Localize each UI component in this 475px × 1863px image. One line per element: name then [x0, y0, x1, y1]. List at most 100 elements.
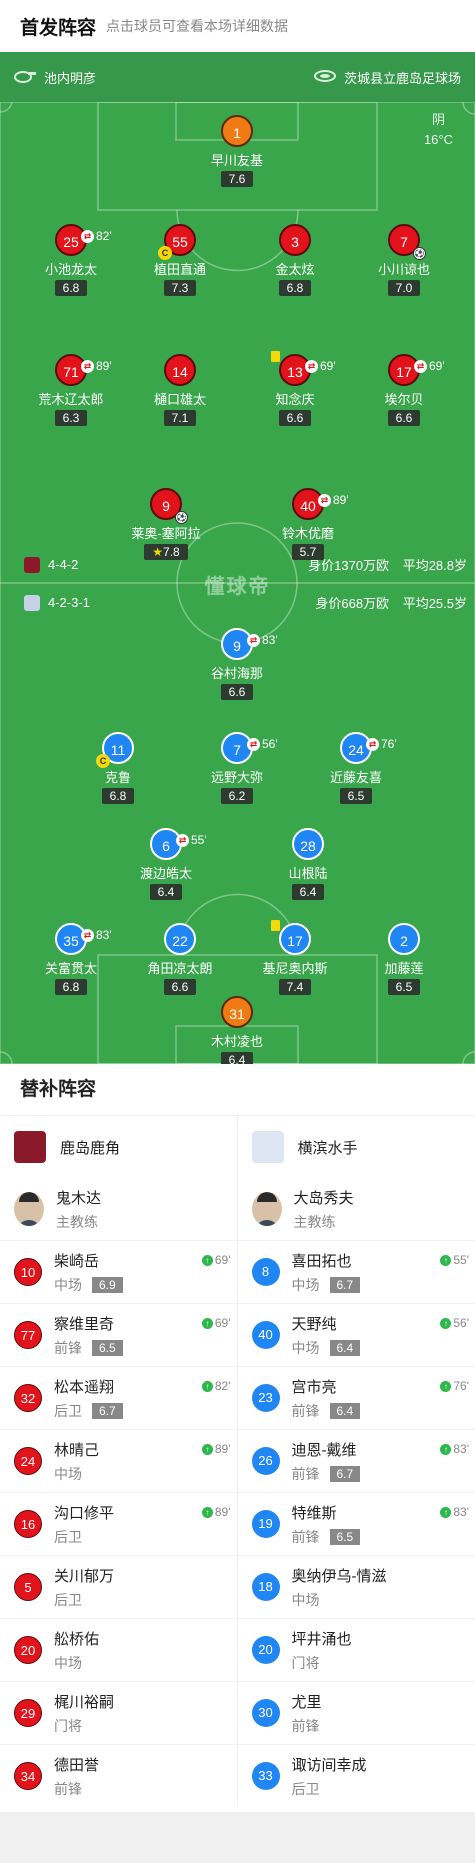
sub-player-position-line: 后卫: [54, 1527, 114, 1547]
sub-player-row[interactable]: 10 柴崎岳 中场 6.9 ↑ 69': [0, 1240, 237, 1303]
player-name: 早川友基: [210, 153, 263, 168]
sub-player-row[interactable]: 18 奥纳伊乌-情滋 中场: [237, 1555, 475, 1618]
yellow-card-icon: [271, 920, 280, 931]
sub-player-row[interactable]: 30 尤里 前锋: [237, 1681, 475, 1744]
jersey-number: 9 ⚽: [150, 488, 188, 524]
jersey-number-text: 7: [233, 742, 241, 758]
player-card[interactable]: 13 ⇄ 69' 知念庆 6.6: [235, 351, 355, 427]
jersey-number: 33: [251, 1762, 280, 1790]
sub-player-row[interactable]: 29 梶川裕嗣 门将: [0, 1681, 237, 1744]
sub-on-tag: ↑ 56': [440, 1316, 469, 1330]
player-name: 植田直通: [153, 262, 206, 277]
sub-player-name: 迪恩-戴维: [291, 1441, 357, 1459]
player-card[interactable]: 31 木村凌也 6.4: [177, 996, 297, 1064]
sub-player-row[interactable]: 20 坪井涌也 门将: [237, 1618, 475, 1681]
sub-player-position-line: 后卫: [54, 1590, 114, 1610]
player-card[interactable]: 55 C 植田直通 7.3: [120, 224, 240, 297]
sub-player-row[interactable]: 32 松本遥翔 后卫 6.7 ↑ 82': [0, 1366, 237, 1429]
sub-off-minute: 83': [96, 928, 112, 942]
whistle-icon: [14, 69, 36, 86]
player-card[interactable]: 7 ⚽ 小川谅也 7.0: [344, 224, 464, 297]
player-card[interactable]: 9 ⇄ 83' 谷村海那 6.6: [177, 628, 297, 701]
player-rating-value: 6.4: [157, 885, 175, 899]
home-team-row[interactable]: 鹿岛鹿角: [0, 1116, 237, 1178]
sub-player-row[interactable]: 26 迪恩-戴维 前锋 6.7 ↑ 83': [237, 1429, 475, 1492]
away-team-row[interactable]: 横滨水手: [238, 1116, 475, 1178]
player-rating: ★7.8: [144, 544, 188, 560]
sub-player-row[interactable]: 23 宫市亮 前锋 6.4 ↑ 76': [237, 1366, 475, 1429]
sub-player-row[interactable]: 5 关川郁万 后卫: [0, 1555, 237, 1618]
jersey-number-text: 55: [172, 234, 188, 250]
jersey-number: 35 ⇄ 83': [55, 923, 112, 955]
sub-player-row[interactable]: 40 天野纯 中场 6.4 ↑ 56': [237, 1303, 475, 1366]
sub-player-name: 柴崎岳: [54, 1252, 100, 1270]
coach-name: 鬼木达: [56, 1189, 102, 1207]
player-card[interactable]: 2 加藤莲 6.5: [344, 923, 464, 996]
player-card[interactable]: 24 ⇄ 76' 近藤友喜 6.5: [296, 732, 416, 805]
player-card[interactable]: 35 ⇄ 83' 关富贯太 6.8: [11, 923, 131, 996]
player-card[interactable]: 6 ⇄ 55' 渡边皓太 6.4: [106, 828, 226, 901]
sub-player-row[interactable]: 77 察维里奇 前锋 6.5 ↑ 69': [0, 1303, 237, 1366]
sub-player-name: 特维斯: [291, 1504, 337, 1522]
player-rating-value: 6.8: [109, 789, 127, 803]
player-card[interactable]: 28 山根陆 6.4: [248, 828, 368, 901]
player-card[interactable]: 17 基尼奥内斯 7.4: [235, 920, 355, 996]
sub-player-row[interactable]: 33 诹访间幸成 后卫: [237, 1744, 475, 1807]
player-name: 山根陆: [288, 866, 328, 881]
away-subs-list: 8 喜田拓也 中场 6.7 ↑ 55' 40 天野纯 中场 6.4 ↑ 56' 23 宫市亮 前锋 6.4 ↑ 7…: [237, 1240, 475, 1807]
jersey-number: 77: [14, 1321, 42, 1349]
player-rating: 7.4: [278, 979, 312, 995]
player-card[interactable]: 1 早川友基 7.6: [177, 115, 297, 188]
away-value: 身价668万欧: [315, 596, 390, 611]
sub-off-tag: ⇄ 55': [176, 824, 207, 856]
sub-off-minute: 56': [262, 737, 278, 751]
player-card[interactable]: 40 ⇄ 89' 铃木优磨 5.7: [248, 488, 368, 561]
sub-player-row[interactable]: 8 喜田拓也 中场 6.7 ↑ 55': [237, 1240, 475, 1303]
player-card[interactable]: 22 角田凉太朗 6.6: [120, 923, 240, 996]
player-card[interactable]: 11 C 克鲁 6.8: [58, 732, 178, 805]
player-card[interactable]: 17 ⇄ 69' 埃尔贝 6.6: [344, 354, 464, 427]
sub-player-name: 德田誉: [54, 1756, 100, 1774]
sub-player-position-line: 中场: [54, 1653, 99, 1673]
player-rating: 7.3: [163, 280, 197, 296]
jersey-number: 23: [251, 1384, 280, 1412]
coach-avatar: [14, 1192, 44, 1226]
sub-player-info: 德田誉 前锋: [54, 1754, 99, 1799]
home-coach-row[interactable]: 鬼木达 主教练: [0, 1178, 237, 1240]
coach-name: 大岛秀夫: [293, 1189, 354, 1207]
player-rating-value: 7.1: [171, 411, 189, 425]
player-rating-value: 6.5: [347, 789, 365, 803]
jersey-number: 30: [251, 1699, 280, 1727]
player-card[interactable]: 14 樋口雄太 7.1: [120, 354, 240, 427]
sub-player-name: 尤里: [291, 1693, 322, 1711]
sub-player-position-line: 门将: [54, 1716, 114, 1736]
jersey-number-text: 24: [348, 742, 364, 758]
player-name: 近藤友喜: [329, 770, 382, 785]
sub-off-tag: ⇄ 69': [414, 350, 445, 382]
sub-player-row[interactable]: 16 沟口修平 后卫 ↑ 89': [0, 1492, 237, 1555]
player-card[interactable]: 71 ⇄ 89' 荒木辽太郎 6.3: [11, 354, 131, 427]
player-rating-value: 6.6: [286, 411, 304, 425]
player-rating-value: 6.2: [228, 789, 246, 803]
player-card[interactable]: 3 金太炫 6.8: [235, 224, 355, 297]
sub-player-row[interactable]: 19 特维斯 前锋 6.5 ↑ 83': [237, 1492, 475, 1555]
sub-player-row[interactable]: 34 德田誉 前锋: [0, 1744, 237, 1807]
player-card[interactable]: 9 ⚽ 莱奥-塞阿拉 ★7.8: [106, 488, 226, 561]
player-card[interactable]: 25 ⇄ 82' 小池龙太 6.8: [11, 224, 131, 297]
weather-condition: 阴: [431, 112, 445, 127]
sub-off-tag: ⇄ 83': [247, 624, 278, 656]
jersey-number: 13 ⇄ 69': [271, 351, 336, 386]
footer-gap: [0, 1812, 475, 1863]
away-coach-row[interactable]: 大岛秀夫 主教练: [238, 1178, 475, 1240]
sub-player-row[interactable]: 20 舩桥佑 中场: [0, 1618, 237, 1681]
sub-player-position: 中场: [291, 1339, 320, 1356]
sub-player-row[interactable]: 24 林晴己 中场 ↑ 89': [0, 1429, 237, 1492]
sub-off-icon: ⇄: [366, 737, 379, 751]
sub-player-position: 后卫: [291, 1780, 320, 1797]
sub-player-info: 宫市亮 前锋 6.4: [292, 1376, 361, 1421]
pitch: 池内明彦 茨城县立鹿岛足球场 阴 16°C 懂球帝 4-4-2 身价1370万欧…: [0, 52, 475, 1064]
jersey-number-text: 40: [300, 498, 316, 514]
player-name: 基尼奥内斯: [262, 961, 328, 976]
player-card[interactable]: 7 ⇄ 56' 远野大弥 6.2: [177, 732, 297, 805]
jersey-number: 32: [14, 1384, 42, 1412]
